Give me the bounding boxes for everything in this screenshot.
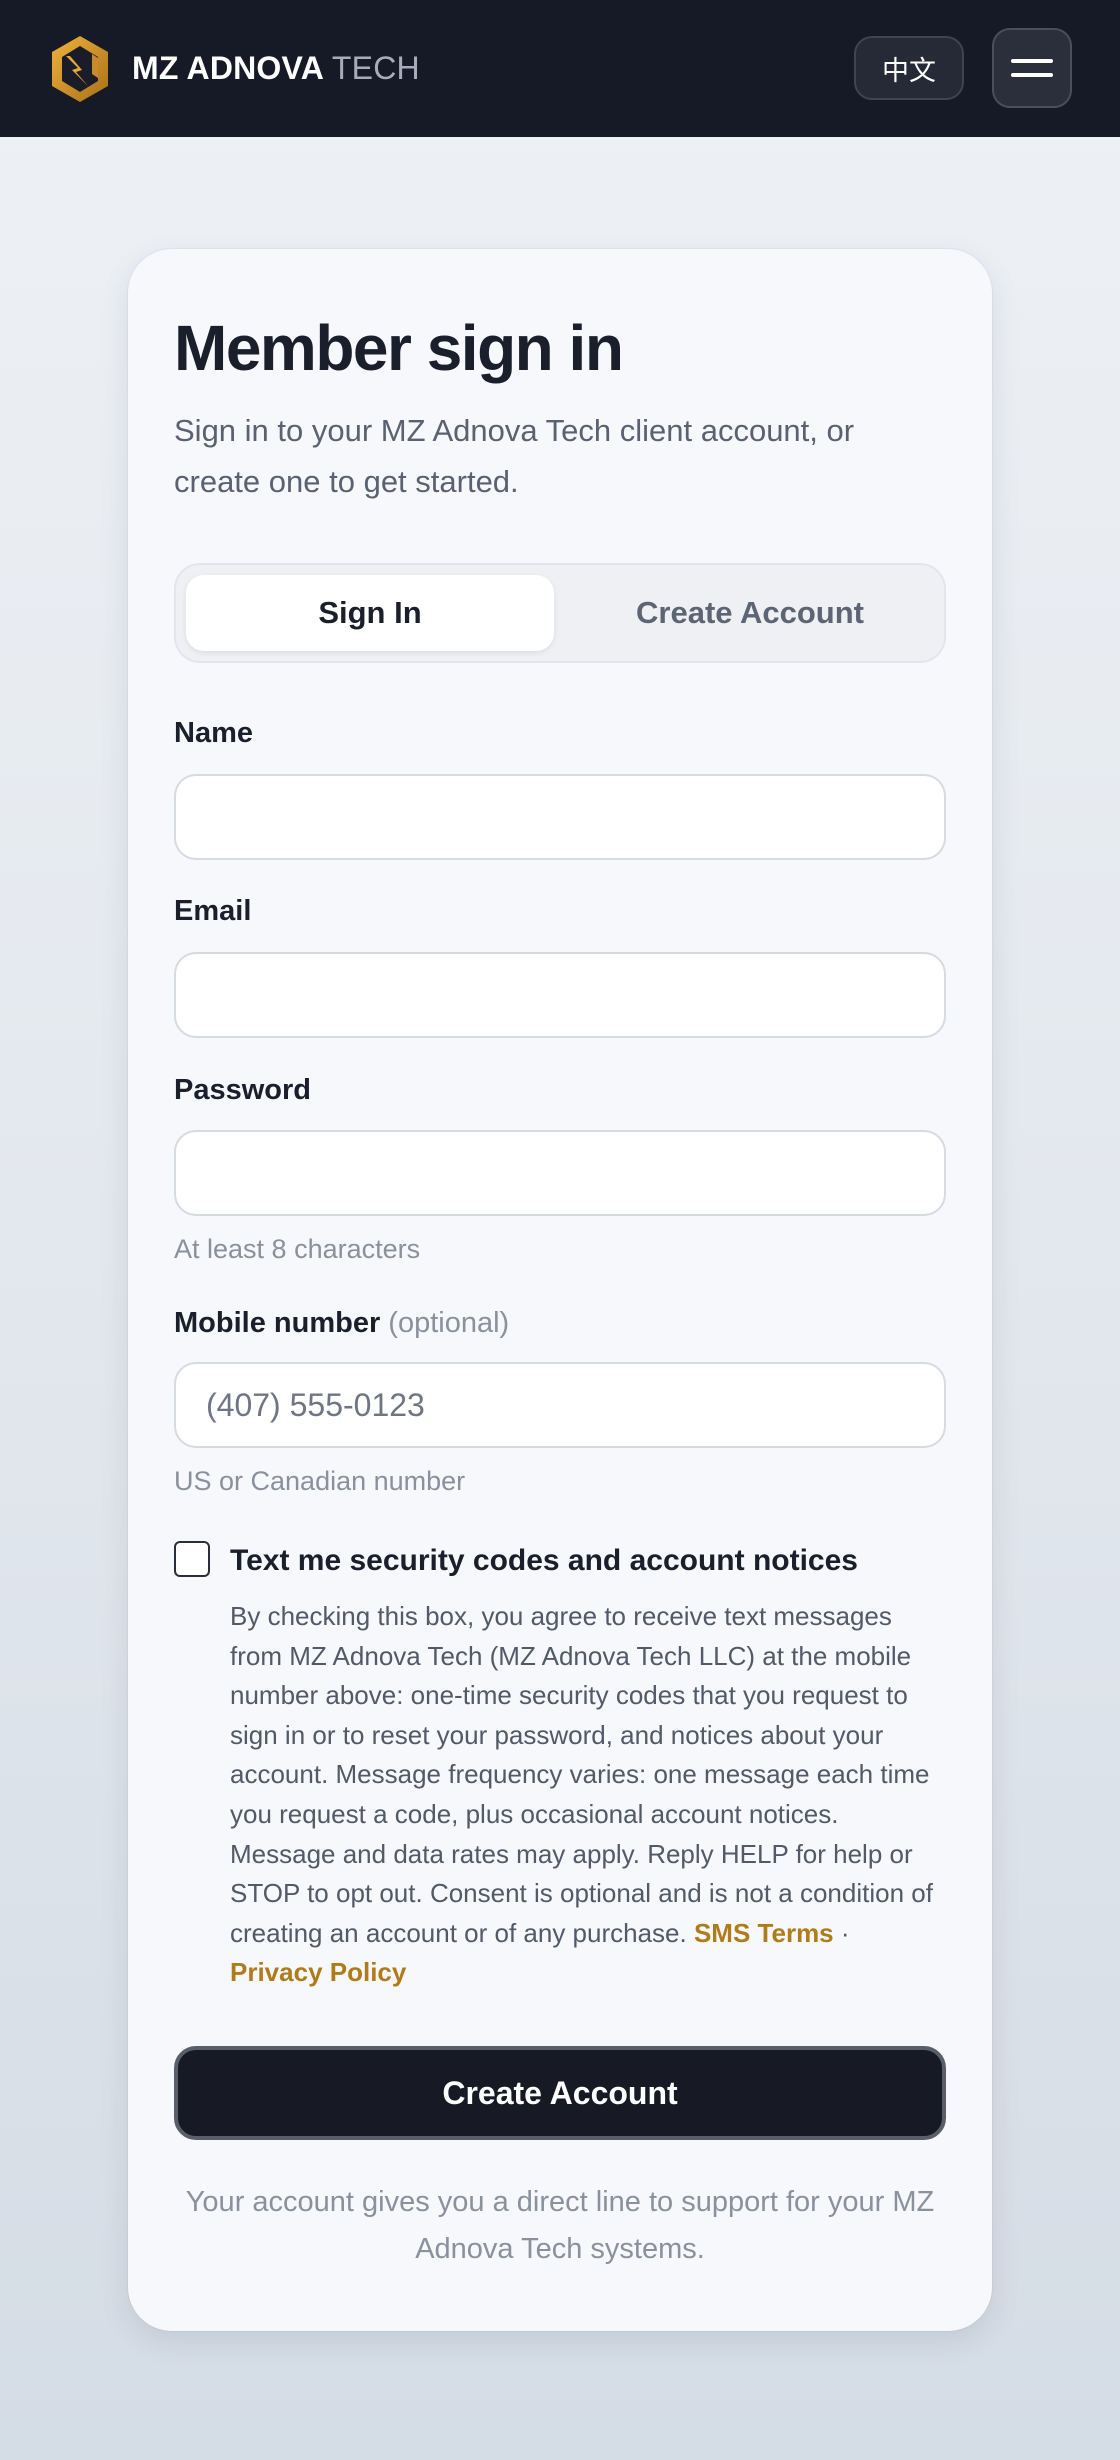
email-input[interactable] [174, 952, 946, 1038]
mobile-optional-tag: (optional) [388, 1307, 510, 1339]
brand-name[interactable]: MZ ADNOVA TECH [132, 50, 420, 87]
hexagon-bolt-logo-icon[interactable] [48, 34, 112, 104]
menu-button[interactable] [992, 28, 1072, 108]
sms-consent-checkbox[interactable] [174, 1541, 210, 1577]
mobile-input[interactable] [174, 1362, 946, 1448]
mobile-hint: US or Canadian number [174, 1466, 466, 1496]
sms-consent-title[interactable]: Text me security codes and account notic… [230, 1544, 858, 1578]
email-label: Email [174, 895, 252, 927]
page-title: Member sign in [174, 312, 624, 384]
account-footnote: Your account gives you a direct line to … [185, 2186, 935, 2265]
top-navigation-bar: MZ ADNOVA TECH 中文 [0, 0, 1120, 137]
hamburger-icon [1011, 59, 1053, 63]
privacy-policy-link[interactable]: Privacy Policy [230, 1957, 406, 1987]
mobile-label-text: Mobile number [174, 1307, 381, 1339]
name-label: Name [174, 717, 253, 749]
tab-create-account[interactable]: Create Account [566, 575, 934, 651]
password-input[interactable] [174, 1130, 946, 1216]
brand-name-bold: MZ ADNOVA [132, 50, 323, 86]
brand-name-light: TECH [331, 50, 420, 86]
hamburger-icon-bar [1011, 73, 1053, 77]
create-account-button[interactable]: Create Account [174, 2046, 946, 2140]
language-toggle-button[interactable]: 中文 [854, 36, 964, 100]
sms-terms-link[interactable]: SMS Terms [694, 1918, 834, 1948]
mobile-label: Mobile number (optional) [174, 1307, 509, 1340]
page-subtitle: Sign in to your MZ Adnova Tech client ac… [174, 413, 855, 499]
sign-in-card: Member sign in Sign in to your MZ Adnova… [128, 249, 992, 2331]
name-input[interactable] [174, 774, 946, 860]
auth-tabs: Sign In Create Account [174, 563, 946, 663]
sms-consent-text: By checking this box, you agree to recei… [230, 1601, 933, 1948]
tab-sign-in[interactable]: Sign In [186, 575, 554, 651]
sms-consent-body: By checking this box, you agree to recei… [230, 1597, 946, 1993]
password-label: Password [174, 1074, 311, 1106]
password-hint: At least 8 characters [174, 1234, 421, 1264]
link-separator: · [840, 1917, 850, 1948]
